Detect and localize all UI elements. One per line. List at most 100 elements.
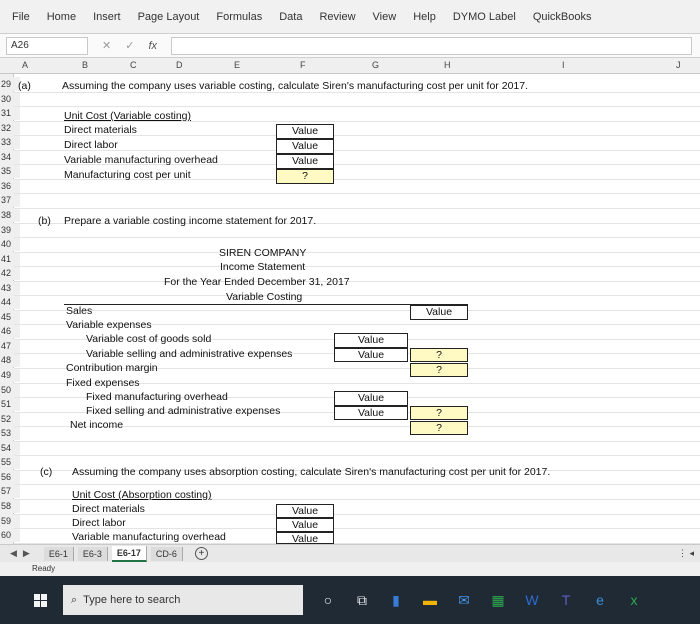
fixed-total-value[interactable]: ? <box>410 406 468 420</box>
row-number[interactable]: 39 <box>0 222 20 237</box>
cortana-icon[interactable]: ○ <box>319 592 337 608</box>
excel-app-icon[interactable]: x <box>625 592 643 608</box>
row-number[interactable]: 44 <box>0 295 20 310</box>
insert-function-icon[interactable]: fx <box>148 40 157 52</box>
part-c-value-dm[interactable]: Value <box>276 504 334 518</box>
status-bar: Ready <box>0 562 700 576</box>
row-number[interactable]: 59 <box>0 513 20 528</box>
row-number[interactable]: 45 <box>0 309 20 324</box>
enter-icon[interactable]: ✓ <box>125 39 134 52</box>
row-number[interactable]: 32 <box>0 120 20 135</box>
file-explorer-icon[interactable]: ▬ <box>421 592 439 608</box>
row-number[interactable]: 36 <box>0 178 20 193</box>
name-box[interactable]: A26 <box>6 36 88 55</box>
part-c-value-dl[interactable]: Value <box>276 518 334 532</box>
row-number[interactable]: 49 <box>0 368 20 382</box>
part-a-value-mcpu[interactable]: ? <box>276 169 334 184</box>
row-number[interactable]: 55 <box>0 455 20 470</box>
row-number[interactable]: 48 <box>0 353 20 368</box>
tab-dymo-label[interactable]: DYMO Label <box>453 11 516 23</box>
gridline <box>14 295 700 297</box>
row-number[interactable]: 46 <box>0 324 20 339</box>
col-b[interactable]: B <box>82 60 88 70</box>
word-icon[interactable]: ▮ <box>387 592 405 609</box>
row-number[interactable]: 51 <box>0 397 20 412</box>
sheet-tab-cd-6[interactable]: CD-6 <box>150 546 183 561</box>
row-number[interactable]: 37 <box>0 193 20 208</box>
row-number[interactable]: 52 <box>0 411 20 426</box>
teams-icon[interactable]: T <box>557 592 575 608</box>
row-number[interactable]: 42 <box>0 266 20 281</box>
tab-data[interactable]: Data <box>279 11 302 23</box>
col-j[interactable]: J <box>676 60 681 70</box>
col-g[interactable]: G <box>372 60 379 70</box>
col-a[interactable]: A <box>22 60 28 70</box>
tab-home[interactable]: Home <box>47 11 76 23</box>
row-number[interactable]: 31 <box>0 106 20 121</box>
word-doc-icon[interactable]: W <box>523 592 541 608</box>
sheet-tab-e6-3[interactable]: E6-3 <box>77 546 108 561</box>
row-number[interactable]: 56 <box>0 469 20 484</box>
fixed-sga-value[interactable]: Value <box>334 406 408 420</box>
row-number[interactable]: 41 <box>0 251 20 266</box>
row-number[interactable]: 35 <box>0 164 20 179</box>
col-e[interactable]: E <box>234 60 240 70</box>
row-number[interactable]: 53 <box>0 426 20 441</box>
fixed-moh-value[interactable]: Value <box>334 391 408 406</box>
var-sga-value[interactable]: Value <box>334 348 408 362</box>
row-number[interactable]: 40 <box>0 237 20 252</box>
part-a-value-vmoh[interactable]: Value <box>276 154 334 169</box>
var-total-value[interactable]: ? <box>410 348 468 362</box>
row-number[interactable]: 50 <box>0 382 20 397</box>
col-h[interactable]: H <box>444 60 451 70</box>
sales-value[interactable]: Value <box>410 305 468 320</box>
col-i[interactable]: I <box>562 60 565 70</box>
cancel-icon[interactable]: ✕ <box>102 39 111 52</box>
tab-page-layout[interactable]: Page Layout <box>138 11 200 23</box>
row-number[interactable]: 57 <box>0 484 20 499</box>
formula-input[interactable] <box>171 36 692 55</box>
tab-view[interactable]: View <box>373 11 397 23</box>
company-name: SIREN COMPANY <box>219 247 307 259</box>
tab-file[interactable]: File <box>12 11 30 23</box>
tab-quickbooks[interactable]: QuickBooks <box>533 11 592 23</box>
part-c-value-vmoh[interactable]: Value <box>276 532 334 544</box>
tab-insert[interactable]: Insert <box>93 11 121 23</box>
row-number[interactable]: 43 <box>0 280 20 295</box>
part-a-value-dm[interactable]: Value <box>276 124 334 139</box>
row-number[interactable]: 60 <box>0 528 20 543</box>
excel-icon[interactable]: ▦ <box>489 592 507 609</box>
net-income-value[interactable]: ? <box>410 421 468 435</box>
contrib-value[interactable]: ? <box>410 363 468 377</box>
row-number[interactable]: 33 <box>0 135 20 150</box>
tab-scroll-right-icon[interactable]: ▶ <box>23 548 30 559</box>
mail-icon[interactable]: ✉ <box>455 592 473 609</box>
add-sheet-icon[interactable]: + <box>194 547 208 560</box>
col-f[interactable]: F <box>300 60 306 70</box>
tab-formulas[interactable]: Formulas <box>216 11 262 23</box>
row-number[interactable]: 47 <box>0 338 20 353</box>
col-d[interactable]: D <box>176 60 183 70</box>
tab-help[interactable]: Help <box>413 11 436 23</box>
gridline <box>14 251 700 253</box>
tab-review[interactable]: Review <box>319 11 355 23</box>
part-a-value-dl[interactable]: Value <box>276 139 334 154</box>
row-number[interactable]: 58 <box>0 498 20 513</box>
tab-scroll-left-icon[interactable]: ◀ <box>10 548 17 559</box>
row-number[interactable]: 29 <box>0 77 20 91</box>
row-number[interactable]: 34 <box>0 149 20 164</box>
taskbar-search[interactable]: ⌕ Type here to search <box>63 585 303 615</box>
col-c[interactable]: C <box>130 60 137 70</box>
windows-start-icon[interactable] <box>34 593 47 607</box>
var-cogs-value[interactable]: Value <box>334 333 408 348</box>
task-view-icon[interactable]: ⧉ <box>353 592 371 609</box>
sheet-tab-e6-1[interactable]: E6-1 <box>43 546 74 561</box>
horizontal-scroll-icon[interactable]: ⋮ ◂ <box>678 548 694 559</box>
worksheet[interactable]: A B C D E F G H I J 29 30 31 32 33 34 35 36 37 38… <box>0 58 700 544</box>
sheet-tab-e6-17[interactable]: E6-17 <box>111 545 147 562</box>
row-number[interactable]: 54 <box>0 440 20 455</box>
row-number[interactable]: 38 <box>0 207 20 222</box>
gridline <box>14 207 700 209</box>
row-number[interactable]: 30 <box>0 91 20 106</box>
edge-icon[interactable]: e <box>591 592 609 608</box>
